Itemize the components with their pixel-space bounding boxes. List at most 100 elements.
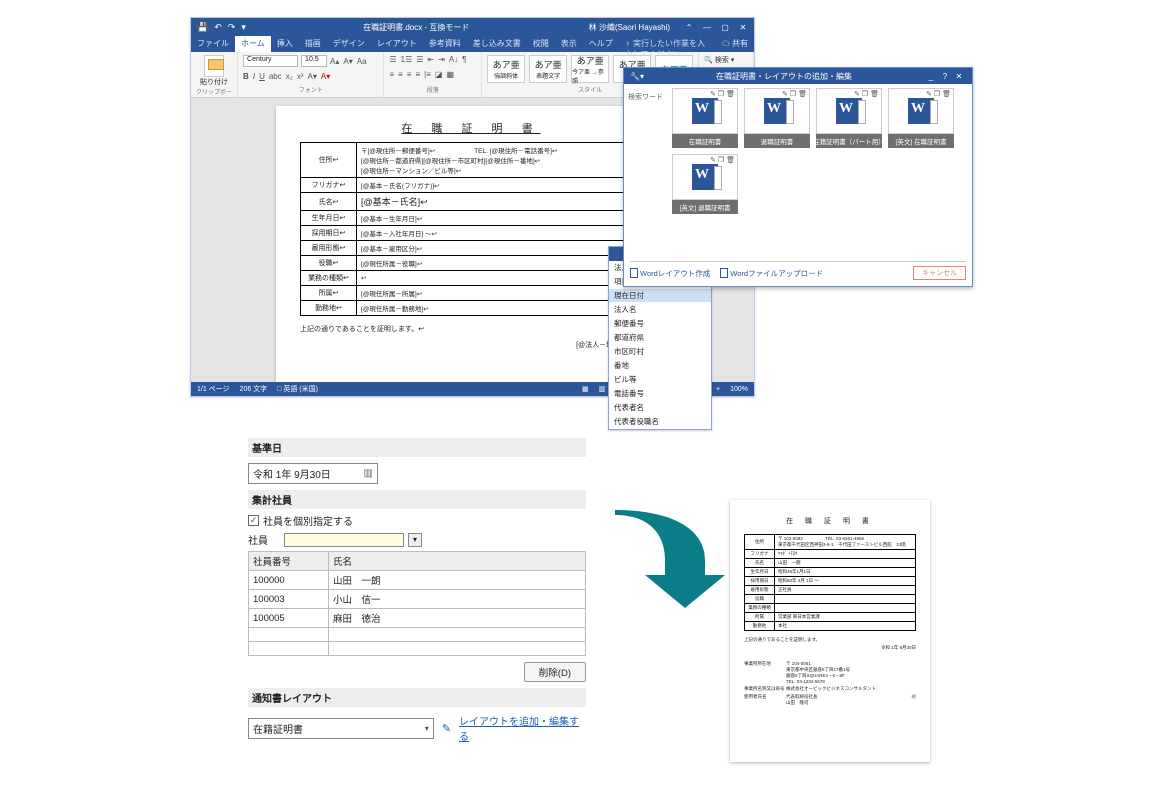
qat-save-icon[interactable]: 💾 xyxy=(197,22,208,33)
thumb-copy-icon[interactable]: ❐ xyxy=(790,90,796,98)
tab-file[interactable]: ファイル xyxy=(191,36,235,52)
multilevel-icon[interactable]: ☰ xyxy=(416,55,423,64)
numbers-icon[interactable]: 1☰ xyxy=(401,55,413,64)
dlg-close-icon[interactable]: ✕ xyxy=(952,72,966,81)
thumb-copy-icon[interactable]: ❐ xyxy=(862,90,868,98)
align-center-icon[interactable]: ≡ xyxy=(398,70,403,79)
cancel-button[interactable]: キャンセル xyxy=(913,266,966,280)
dlg-min-icon[interactable]: _ xyxy=(924,72,938,81)
tab-layout[interactable]: レイアウト xyxy=(371,36,423,52)
tab-home[interactable]: ホーム xyxy=(235,36,271,52)
popup-item[interactable]: 郵便番号 xyxy=(609,317,711,331)
table-row[interactable]: 100005麻田 徳治 xyxy=(249,609,586,628)
paste-icon[interactable] xyxy=(204,55,224,77)
date-picker-icon[interactable]: ▥ xyxy=(364,468,373,479)
line-space-icon[interactable]: |≡ xyxy=(424,70,431,79)
popup-item[interactable]: 現在日付 xyxy=(609,289,711,303)
font-clear-icon[interactable]: Aa xyxy=(357,57,367,66)
table-row[interactable] xyxy=(249,642,586,656)
thumb-edit-icon[interactable]: ✎ xyxy=(710,90,716,98)
table-row[interactable]: 100000山田 一朗 xyxy=(249,571,586,590)
base-date-input[interactable]: 令和 1年 9月30日▥ xyxy=(248,463,378,484)
tab-mail[interactable]: 差し込み文書 xyxy=(467,36,527,52)
shading-icon[interactable]: ◪ xyxy=(435,70,443,79)
thumb-copy-icon[interactable]: ❐ xyxy=(718,156,724,164)
indent-inc-icon[interactable]: ⇥ xyxy=(438,55,445,64)
fontcolor-icon[interactable]: A▾ xyxy=(321,72,330,81)
align-just-icon[interactable]: ≡ xyxy=(415,70,420,79)
tab-draw[interactable]: 描画 xyxy=(299,36,327,52)
dlg-help-icon[interactable]: ? xyxy=(938,72,952,81)
tab-ref[interactable]: 参考資料 xyxy=(423,36,467,52)
employee-lookup-input[interactable] xyxy=(284,533,404,547)
window-close-icon[interactable]: ✕ xyxy=(736,23,750,32)
bold-icon[interactable]: B xyxy=(243,72,249,81)
thumb-delete-icon[interactable]: 🗑 xyxy=(798,90,807,98)
find-button[interactable]: 🔍 検索 ▾ xyxy=(704,55,748,65)
popup-item[interactable]: 市区町村 xyxy=(609,345,711,359)
edit-layout-link[interactable]: レイアウトを追加・編集する xyxy=(459,713,586,743)
layout-thumbnail[interactable]: ✎ ❐ 🗑 [英文] 退職証明書 xyxy=(672,154,738,214)
table-row[interactable] xyxy=(249,628,586,642)
font-size-select[interactable]: 10.5 xyxy=(301,55,327,67)
sup-icon[interactable]: x² xyxy=(297,72,304,81)
tab-design[interactable]: デザイン xyxy=(327,36,371,52)
qat-undo-icon[interactable]: ↶ xyxy=(214,22,222,33)
create-word-layout-link[interactable]: Wordレイアウト作成 xyxy=(630,268,710,279)
thumb-edit-icon[interactable]: ✎ xyxy=(782,90,788,98)
thumb-edit-icon[interactable]: ✎ xyxy=(926,90,932,98)
layout-thumbnail[interactable]: ✎ ❐ 🗑 在籍証明書（パート用） xyxy=(816,88,882,148)
show-marks-icon[interactable]: ¶ xyxy=(462,55,466,64)
zoom-in-icon[interactable]: + xyxy=(716,386,720,393)
sort-icon[interactable]: A↓ xyxy=(449,55,458,64)
thumb-delete-icon[interactable]: 🗑 xyxy=(726,156,735,164)
tab-view[interactable]: 表示 xyxy=(555,36,583,52)
qat-redo-icon[interactable]: ↷ xyxy=(228,22,236,33)
popup-item[interactable]: 法人名 xyxy=(609,303,711,317)
underline-icon[interactable]: U xyxy=(259,72,265,81)
thumb-edit-icon[interactable]: ✎ xyxy=(854,90,860,98)
window-max-icon[interactable]: ▢ xyxy=(718,23,732,32)
align-left-icon[interactable]: ≡ xyxy=(389,70,394,79)
window-min-icon[interactable]: — xyxy=(700,23,714,32)
font-shrink-icon[interactable]: A▾ xyxy=(343,57,352,66)
italic-icon[interactable]: I xyxy=(253,72,255,81)
status-lang[interactable]: □ 英語 (米国) xyxy=(277,384,318,394)
font-grow-icon[interactable]: A▴ xyxy=(330,57,339,66)
view-read-icon[interactable]: ▦ xyxy=(582,385,589,393)
popup-item[interactable]: 代表者名 xyxy=(609,401,711,415)
thumb-delete-icon[interactable]: 🗑 xyxy=(942,90,951,98)
popup-item[interactable]: ビル等 xyxy=(609,373,711,387)
popup-item[interactable]: 電話番号 xyxy=(609,387,711,401)
tellme-input[interactable]: ♀ 実行したい作業を入力してください xyxy=(619,36,716,52)
view-print-icon[interactable]: ▥ xyxy=(599,385,606,393)
qat-more-icon[interactable]: ▾ xyxy=(241,22,246,33)
layout-thumbnail[interactable]: ✎ ❐ 🗑 在職証明書 xyxy=(672,88,738,148)
bullets-icon[interactable]: ☰ xyxy=(389,55,396,64)
layout-thumbnail[interactable]: ✎ ❐ 🗑 [英文] 在職証明書 xyxy=(888,88,954,148)
sub-icon[interactable]: x₂ xyxy=(286,72,293,81)
borders-icon[interactable]: ▦ xyxy=(446,70,454,79)
layout-thumbnail[interactable]: ✎ ❐ 🗑 退職証明書 xyxy=(744,88,810,148)
popup-item[interactable]: 都道府県 xyxy=(609,331,711,345)
align-right-icon[interactable]: ≡ xyxy=(407,70,412,79)
specify-individually-checkbox[interactable]: ✓ xyxy=(248,515,259,526)
upload-word-file-link[interactable]: Wordファイルアップロード xyxy=(720,268,823,279)
ribbon-collapse-icon[interactable]: ⌃ xyxy=(682,23,696,32)
tab-review[interactable]: 校閲 xyxy=(527,36,555,52)
employee-lookup-dropdown-icon[interactable]: ▾ xyxy=(408,533,422,547)
thumb-edit-icon[interactable]: ✎ xyxy=(710,156,716,164)
thumb-delete-icon[interactable]: 🗑 xyxy=(870,90,879,98)
indent-dec-icon[interactable]: ⇤ xyxy=(427,55,434,64)
strike-icon[interactable]: abc xyxy=(269,72,282,81)
thumb-copy-icon[interactable]: ❐ xyxy=(718,90,724,98)
highlight-icon[interactable]: A▾ xyxy=(308,72,317,81)
tab-insert[interactable]: 挿入 xyxy=(271,36,299,52)
thumb-delete-icon[interactable]: 🗑 xyxy=(726,90,735,98)
tab-help[interactable]: ヘルプ xyxy=(583,36,619,52)
font-name-select[interactable]: Century xyxy=(243,55,298,67)
share-button[interactable]: ☁ 共有 xyxy=(716,36,754,52)
table-row[interactable]: 100003小山 信一 xyxy=(249,590,586,609)
zoom-value[interactable]: 100% xyxy=(730,386,748,393)
popup-item[interactable]: 番地 xyxy=(609,359,711,373)
